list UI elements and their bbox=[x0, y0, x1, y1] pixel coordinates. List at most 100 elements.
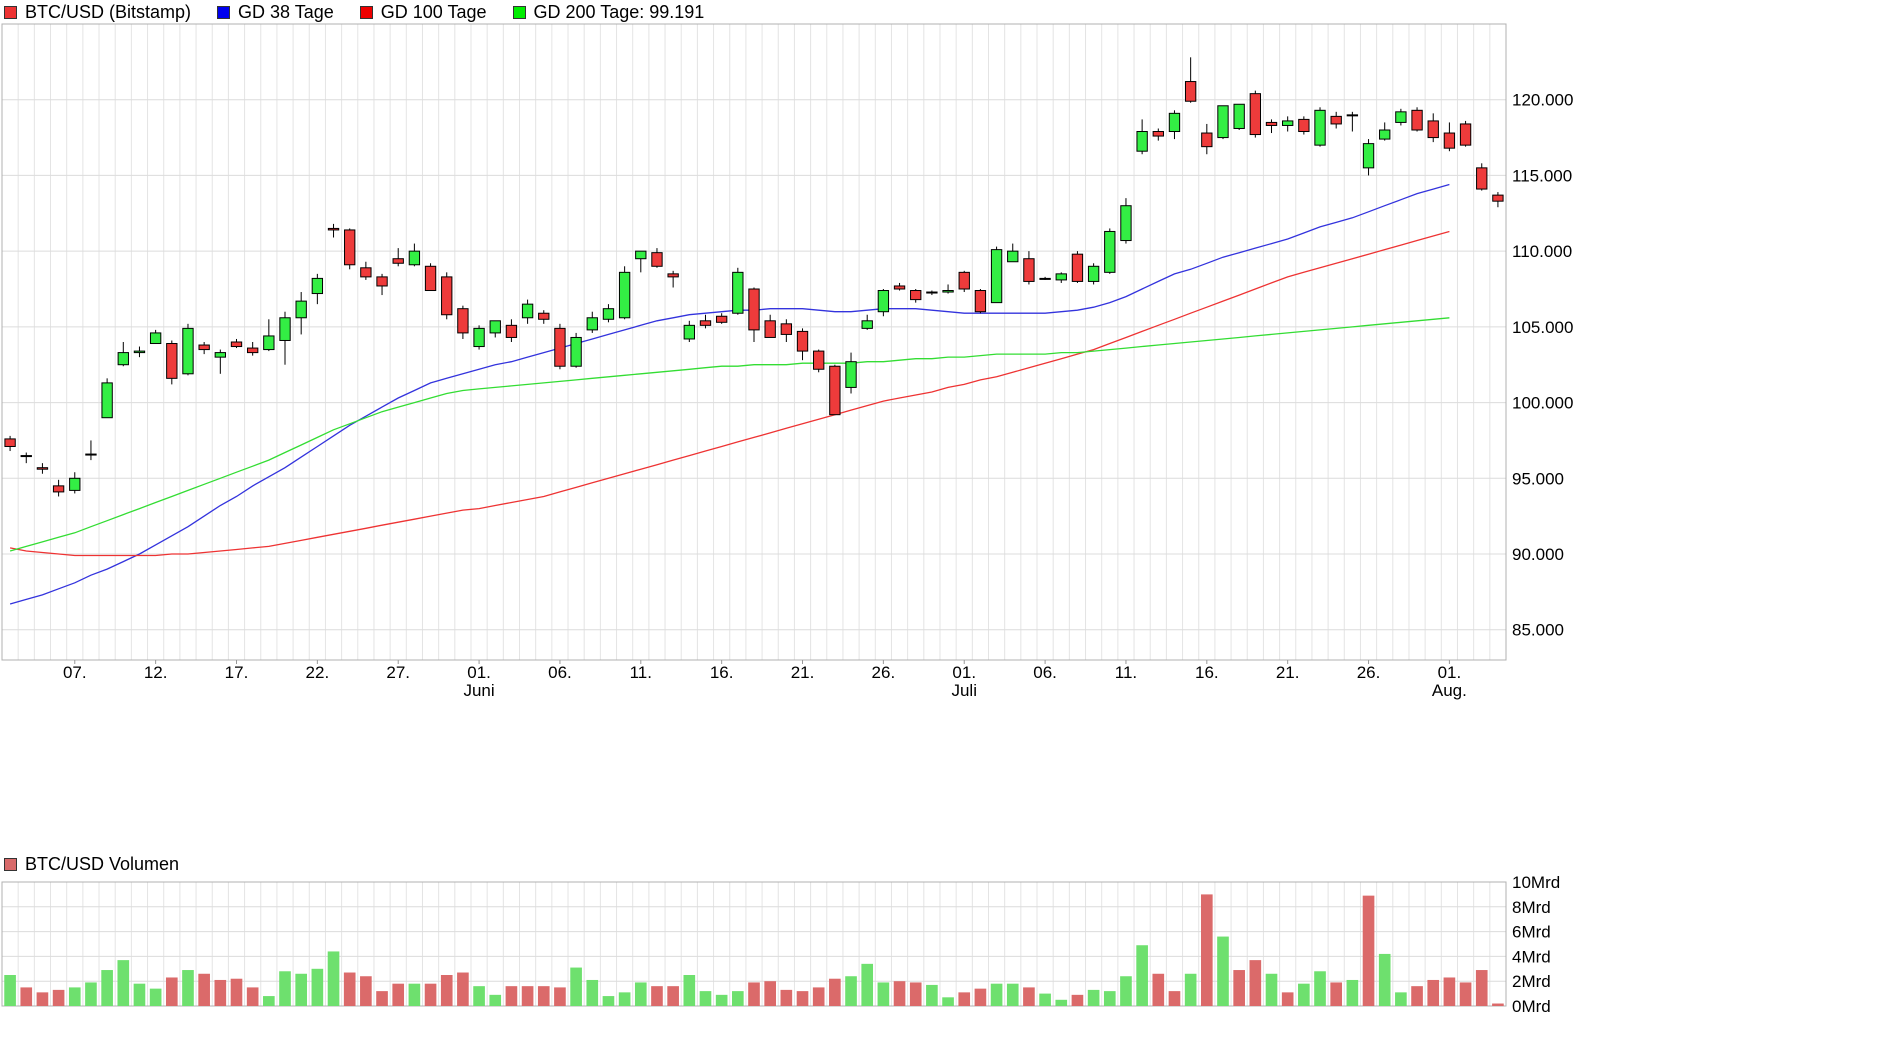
candle-body bbox=[942, 290, 954, 293]
candle-body bbox=[635, 250, 647, 260]
candle-body bbox=[36, 467, 49, 470]
candle-body bbox=[683, 324, 695, 340]
volume-bar bbox=[473, 986, 485, 1006]
volume-bar bbox=[1459, 982, 1472, 1006]
candle bbox=[441, 272, 453, 320]
y-tick-label: 85.000 bbox=[1512, 621, 1564, 640]
candle-body bbox=[1330, 115, 1342, 125]
candle bbox=[182, 323, 194, 376]
candle-body bbox=[311, 277, 324, 295]
candle-body bbox=[1476, 167, 1488, 190]
candle-body bbox=[20, 455, 32, 458]
volume-bar bbox=[327, 951, 340, 1006]
candle-body bbox=[85, 453, 97, 456]
volume-bar bbox=[343, 972, 356, 1006]
candle-body bbox=[1411, 109, 1423, 131]
volume-bar bbox=[1168, 991, 1181, 1006]
volume-bar bbox=[1362, 895, 1375, 1006]
candle-body bbox=[69, 477, 81, 491]
candle-body bbox=[117, 352, 129, 366]
volume-bar bbox=[764, 981, 776, 1006]
volume-bar bbox=[360, 976, 372, 1006]
volume-bar bbox=[1443, 977, 1456, 1006]
candle-body bbox=[182, 327, 194, 375]
candle-body bbox=[845, 361, 857, 388]
volume-bar bbox=[1281, 992, 1294, 1006]
candle-body bbox=[1265, 121, 1278, 126]
candle-body bbox=[1007, 250, 1019, 263]
candle-body bbox=[230, 341, 243, 348]
candle bbox=[1087, 263, 1100, 285]
candle-body bbox=[52, 485, 65, 493]
candle-body bbox=[1314, 109, 1326, 146]
candle-body bbox=[1104, 230, 1116, 273]
volume-bar bbox=[1492, 1003, 1504, 1006]
volume-bar bbox=[1298, 983, 1310, 1006]
volume-bar bbox=[861, 963, 874, 1006]
candle-body bbox=[586, 317, 598, 331]
y-tick-label: 90.000 bbox=[1512, 545, 1564, 564]
x-tick-label: 16. bbox=[710, 663, 734, 682]
volume-bar bbox=[926, 984, 938, 1006]
candle bbox=[732, 267, 744, 315]
volume-bar bbox=[780, 989, 793, 1006]
volume-bar bbox=[537, 986, 550, 1006]
candle-body bbox=[327, 227, 340, 231]
candle-body bbox=[861, 320, 873, 329]
volume-bar bbox=[1120, 976, 1132, 1006]
candle-body bbox=[699, 320, 712, 326]
volume-bar bbox=[1346, 979, 1359, 1006]
volume-bar bbox=[392, 983, 405, 1006]
candle-body bbox=[990, 249, 1003, 304]
volume-bar bbox=[1103, 991, 1116, 1006]
volume-bar bbox=[230, 978, 243, 1006]
volume-bar bbox=[1427, 979, 1440, 1006]
volume-bar bbox=[1314, 971, 1326, 1006]
candle-body bbox=[1055, 273, 1067, 281]
volume-bar bbox=[1217, 936, 1229, 1006]
candle bbox=[554, 323, 566, 370]
candle-body bbox=[1201, 132, 1213, 148]
x-tick-label: 07. bbox=[63, 663, 87, 682]
x-tick-label: 21. bbox=[1276, 663, 1300, 682]
volume-bar bbox=[586, 979, 599, 1006]
volume-bar bbox=[715, 994, 728, 1006]
candle-body bbox=[1249, 93, 1262, 136]
volume-bar bbox=[36, 992, 49, 1006]
volume-bar bbox=[311, 968, 324, 1006]
candle-body bbox=[1071, 253, 1084, 282]
candle bbox=[618, 266, 631, 320]
candle-body bbox=[554, 327, 566, 367]
candle-body bbox=[538, 312, 550, 320]
candle-body bbox=[1427, 120, 1439, 139]
volume-bar bbox=[796, 991, 809, 1006]
candle-body bbox=[1282, 120, 1294, 126]
x-month-label: Juni bbox=[463, 681, 494, 700]
volume-bar bbox=[165, 977, 178, 1006]
x-tick-label: 06. bbox=[1033, 663, 1057, 682]
candle-body bbox=[1023, 258, 1035, 282]
volume-bar bbox=[667, 986, 679, 1006]
candle-body bbox=[1379, 129, 1391, 140]
x-month-label: Aug. bbox=[1432, 681, 1467, 700]
candle bbox=[813, 349, 825, 373]
x-tick-label: 11. bbox=[1115, 663, 1137, 682]
volume-bar bbox=[182, 970, 194, 1006]
candle-body bbox=[441, 276, 453, 316]
candle-body bbox=[1459, 123, 1472, 146]
candle-body bbox=[149, 332, 162, 345]
y-tick-label: 120.000 bbox=[1512, 91, 1573, 110]
volume-bar bbox=[263, 996, 275, 1006]
candle-body bbox=[424, 265, 437, 292]
candle bbox=[958, 270, 970, 293]
volume-bar bbox=[440, 975, 453, 1006]
candle-body bbox=[1492, 194, 1504, 202]
volume-bar bbox=[554, 987, 566, 1006]
candle bbox=[1314, 107, 1326, 147]
candle bbox=[101, 378, 113, 419]
volume-bar bbox=[1184, 973, 1197, 1006]
candle-body bbox=[392, 258, 404, 264]
candle bbox=[829, 364, 841, 416]
volume-bar bbox=[1055, 999, 1068, 1006]
volume-bar bbox=[990, 983, 1003, 1006]
